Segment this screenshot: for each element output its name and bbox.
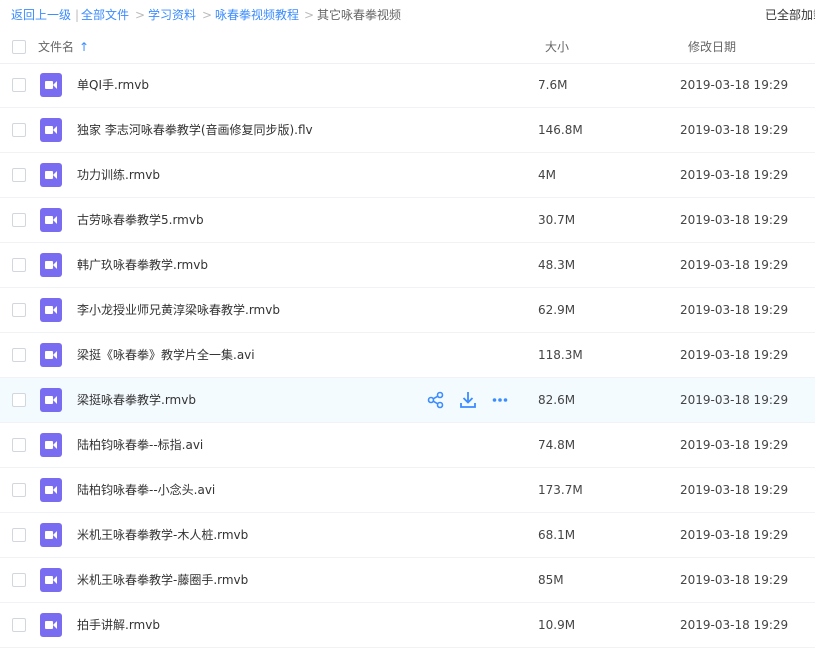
file-modified-date: 2019-03-18 19:29 xyxy=(680,123,789,137)
video-file-icon xyxy=(40,613,62,637)
file-list-header: 文件名 ↑ 大小 修改日期 xyxy=(0,30,815,64)
file-row[interactable]: 单QI手.rmvb 7.6M 2019-03-18 19:29 xyxy=(0,63,815,108)
file-row[interactable]: 古劳咏春拳教学5.rmvb 30.7M 2019-03-18 19:29 xyxy=(0,198,815,243)
file-name[interactable]: 梁挺咏春拳教学.rmvb xyxy=(77,392,196,408)
file-name[interactable]: 拍手讲解.rmvb xyxy=(77,617,160,633)
file-size: 7.6M xyxy=(538,78,568,92)
file-modified-date: 2019-03-18 19:29 xyxy=(680,573,789,587)
row-checkbox[interactable] xyxy=(12,483,26,497)
file-name[interactable]: 功力训练.rmvb xyxy=(77,167,160,183)
video-file-icon xyxy=(40,433,62,457)
video-file-icon xyxy=(40,343,62,367)
video-file-icon xyxy=(40,208,62,232)
file-name[interactable]: 独家 李志河咏春拳教学(音画修复同步版).flv xyxy=(77,122,313,138)
file-row[interactable]: 梁挺《咏春拳》教学片全一集.avi 118.3M 2019-03-18 19:29 xyxy=(0,333,815,378)
row-checkbox[interactable] xyxy=(12,123,26,137)
row-checkbox[interactable] xyxy=(12,78,26,92)
row-checkbox[interactable] xyxy=(12,213,26,227)
breadcrumb-current: 其它咏春拳视频 xyxy=(317,8,402,22)
file-modified-date: 2019-03-18 19:29 xyxy=(680,348,789,362)
file-name[interactable]: 陆柏钧咏春拳--小念头.avi xyxy=(77,482,215,498)
video-file-icon xyxy=(40,253,62,277)
file-size: 74.8M xyxy=(538,438,576,452)
file-name[interactable]: 米机王咏春拳教学-木人桩.rmvb xyxy=(77,527,248,543)
row-checkbox[interactable] xyxy=(12,393,26,407)
file-size: 118.3M xyxy=(538,348,583,362)
breadcrumb: 返回上一级 | 全部文件 > 学习资料 > 咏春拳视频教程 > 其它咏春拳视频 … xyxy=(0,0,815,30)
sort-ascending-icon[interactable]: ↑ xyxy=(79,39,89,55)
file-row[interactable]: 米机王咏春拳教学-木人桩.rmvb 68.1M 2019-03-18 19:29 xyxy=(0,513,815,558)
file-name[interactable]: 梁挺《咏春拳》教学片全一集.avi xyxy=(77,347,255,363)
video-file-icon xyxy=(40,568,62,592)
column-header-name[interactable]: 文件名 xyxy=(38,39,74,55)
file-modified-date: 2019-03-18 19:29 xyxy=(680,483,789,497)
file-name[interactable]: 单QI手.rmvb xyxy=(77,77,149,93)
row-checkbox[interactable] xyxy=(12,618,26,632)
file-size: 82.6M xyxy=(538,393,576,407)
more-icon[interactable] xyxy=(490,390,510,410)
file-name[interactable]: 陆柏钧咏春拳--标指.avi xyxy=(77,437,203,453)
file-name[interactable]: 韩广玖咏春拳教学.rmvb xyxy=(77,257,208,273)
file-modified-date: 2019-03-18 19:29 xyxy=(680,618,789,632)
video-file-icon xyxy=(40,298,62,322)
row-checkbox[interactable] xyxy=(12,168,26,182)
file-name[interactable]: 古劳咏春拳教学5.rmvb xyxy=(77,212,204,228)
column-header-modified[interactable]: 修改日期 xyxy=(688,39,736,55)
breadcrumb-divider: | xyxy=(75,8,80,22)
breadcrumb-separator: > xyxy=(304,8,315,22)
file-size: 30.7M xyxy=(538,213,576,227)
file-name[interactable]: 李小龙授业师兄黄淳梁咏春教学.rmvb xyxy=(77,302,280,318)
back-link[interactable]: 返回上一级 xyxy=(11,7,71,23)
file-modified-date: 2019-03-18 19:29 xyxy=(680,168,789,182)
row-checkbox[interactable] xyxy=(12,528,26,542)
file-modified-date: 2019-03-18 19:29 xyxy=(680,438,789,452)
breadcrumb-separator: > xyxy=(135,8,146,22)
file-row[interactable]: 米机王咏春拳教学-藤圈手.rmvb 85M 2019-03-18 19:29 xyxy=(0,558,815,603)
file-row[interactable]: 韩广玖咏春拳教学.rmvb 48.3M 2019-03-18 19:29 xyxy=(0,243,815,288)
file-size: 85M xyxy=(538,573,564,587)
video-file-icon xyxy=(40,73,62,97)
file-row[interactable]: 独家 李志河咏春拳教学(音画修复同步版).flv 146.8M 2019-03-18… xyxy=(0,108,815,153)
file-size: 4M xyxy=(538,168,556,182)
load-status: 已全部加载 xyxy=(765,8,815,22)
video-file-icon xyxy=(40,388,62,412)
breadcrumb-separator: > xyxy=(202,8,213,22)
file-modified-date: 2019-03-18 19:29 xyxy=(680,393,789,407)
row-checkbox[interactable] xyxy=(12,573,26,587)
video-file-icon xyxy=(40,478,62,502)
file-modified-date: 2019-03-18 19:29 xyxy=(680,78,789,92)
video-file-icon xyxy=(40,523,62,547)
file-row[interactable]: 李小龙授业师兄黄淳梁咏春教学.rmvb 62.9M 2019-03-18 19:29 xyxy=(0,288,815,333)
file-row[interactable]: 陆柏钧咏春拳--标指.avi 74.8M 2019-03-18 19:29 xyxy=(0,423,815,468)
file-size: 62.9M xyxy=(538,303,576,317)
file-size: 48.3M xyxy=(538,258,576,272)
file-size: 68.1M xyxy=(538,528,576,542)
file-modified-date: 2019-03-18 19:29 xyxy=(680,528,789,542)
file-size: 146.8M xyxy=(538,123,583,137)
file-size: 10.9M xyxy=(538,618,576,632)
file-row[interactable]: 拍手讲解.rmvb 10.9M 2019-03-18 19:29 xyxy=(0,603,815,648)
breadcrumb-study-materials[interactable]: 学习资料 xyxy=(148,7,196,23)
column-header-size[interactable]: 大小 xyxy=(545,39,569,55)
file-modified-date: 2019-03-18 19:29 xyxy=(680,258,789,272)
file-modified-date: 2019-03-18 19:29 xyxy=(680,213,789,227)
share-icon[interactable] xyxy=(426,390,446,410)
row-checkbox[interactable] xyxy=(12,438,26,452)
row-checkbox[interactable] xyxy=(12,303,26,317)
breadcrumb-all-files[interactable]: 全部文件 xyxy=(81,7,129,23)
row-checkbox[interactable] xyxy=(12,258,26,272)
file-row[interactable]: 陆柏钧咏春拳--小念头.avi 173.7M 2019-03-18 19:29 xyxy=(0,468,815,513)
file-modified-date: 2019-03-18 19:29 xyxy=(680,303,789,317)
file-size: 173.7M xyxy=(538,483,583,497)
file-name[interactable]: 米机王咏春拳教学-藤圈手.rmvb xyxy=(77,572,248,588)
video-file-icon xyxy=(40,163,62,187)
file-row[interactable]: 梁挺咏春拳教学.rmvb 82.6M 2019-03-18 19:29 xyxy=(0,378,815,423)
select-all-checkbox[interactable] xyxy=(12,40,26,54)
breadcrumb-wingchun-tutorials[interactable]: 咏春拳视频教程 xyxy=(215,7,299,23)
row-checkbox[interactable] xyxy=(12,348,26,362)
file-row[interactable]: 功力训练.rmvb 4M 2019-03-18 19:29 xyxy=(0,153,815,198)
download-icon[interactable] xyxy=(458,390,478,410)
video-file-icon xyxy=(40,118,62,142)
